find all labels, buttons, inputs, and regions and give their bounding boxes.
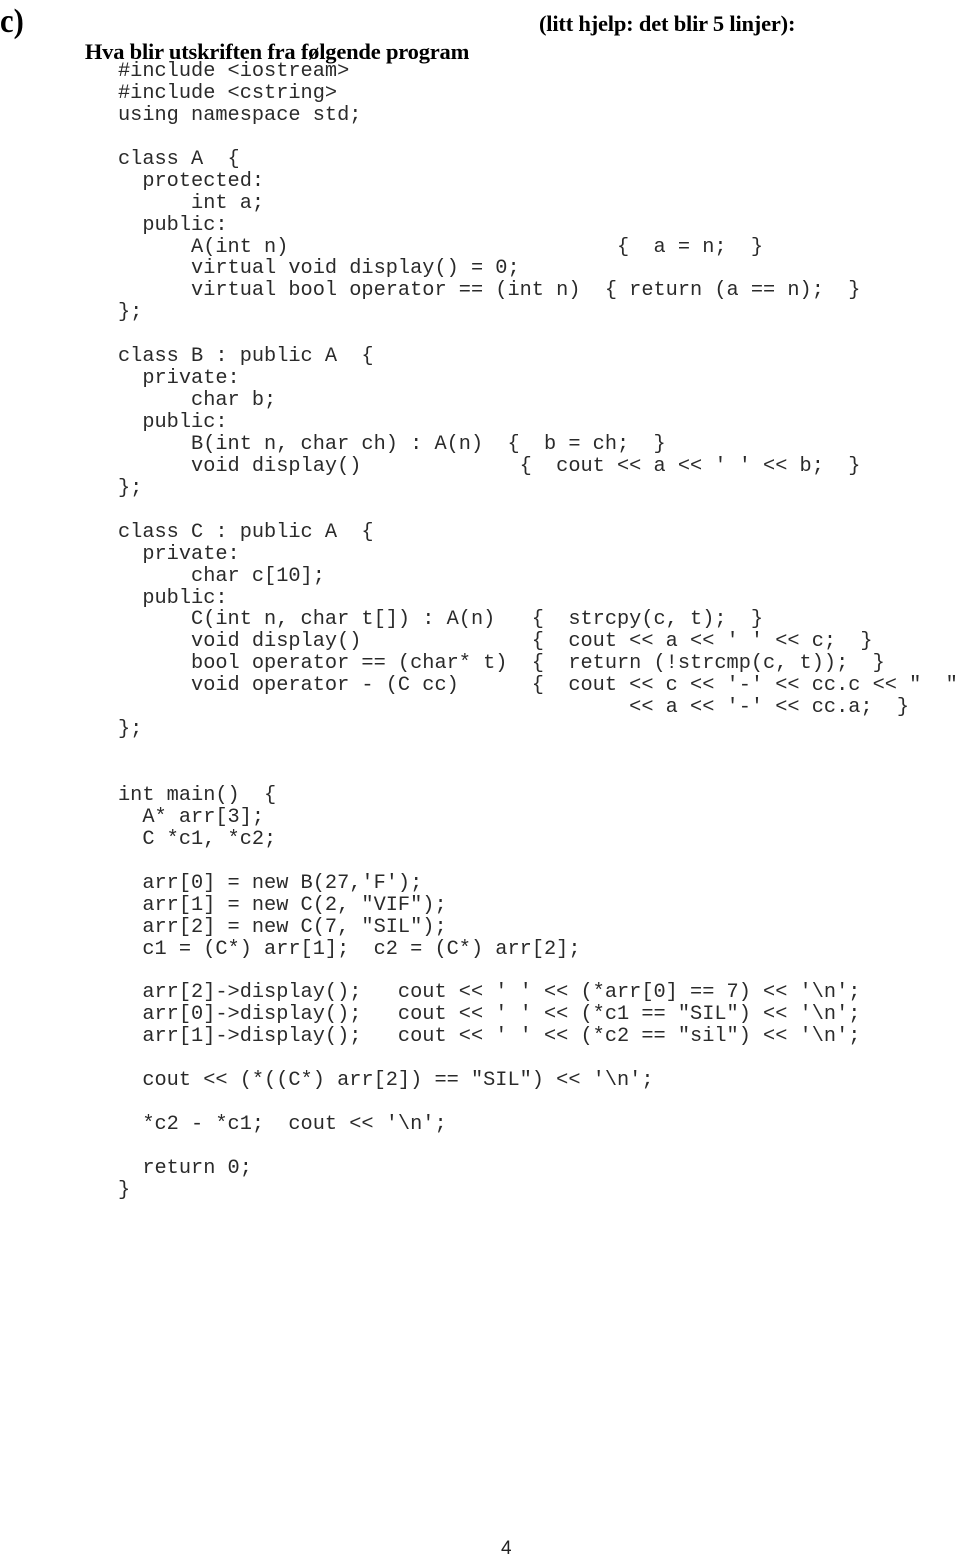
code-line: }; — [118, 718, 143, 742]
code-line: A* arr[3]; — [118, 805, 265, 829]
question-hint: (litt hjelp: det blir 5 linjer): — [539, 11, 796, 36]
code-line: void display() { cout << a << ' ' << c; … — [118, 630, 873, 654]
code-line: public: — [118, 213, 228, 237]
code-line: class A { — [118, 147, 240, 171]
code-line: protected: — [118, 169, 265, 193]
code-listing: #include <iostream> #include <cstring> usi… — [118, 61, 958, 1202]
code-line: int main() { — [118, 783, 277, 807]
code-line: public: — [118, 586, 228, 610]
code-line: C *c1, *c2; — [118, 827, 277, 851]
code-line: private: — [118, 367, 240, 391]
code-line: virtual void display() = 0; — [118, 257, 520, 281]
code-line: class B : public A { — [118, 345, 374, 369]
code-line: B(int n, char ch) : A(n) { b = ch; } — [118, 432, 666, 456]
code-line: arr[2]->display(); cout << ' ' << (*arr[… — [118, 981, 861, 1005]
code-line: int a; — [118, 191, 265, 215]
code-line: << a << '-' << cc.a; } — [118, 696, 910, 720]
code-line: char b; — [118, 389, 277, 413]
code-line: void display() { cout << a << ' ' << b; … — [118, 454, 861, 478]
code-line: public: — [118, 411, 228, 434]
code-line: char c[10]; — [118, 564, 325, 588]
code-line: c1 = (C*) arr[1]; c2 = (C*) arr[2]; — [118, 937, 581, 961]
code-line: class C : public A { — [118, 520, 374, 544]
code-line: }; — [118, 301, 143, 325]
code-line: #include <iostream> — [118, 60, 350, 83]
code-line: arr[1]->display(); cout << ' ' << (*c2 =… — [118, 1025, 861, 1049]
code-line: arr[0] = new B(27,'F'); — [118, 871, 423, 895]
code-line: C(int n, char t[]) : A(n) { strcpy(c, t)… — [118, 608, 764, 632]
code-line: cout << (*((C*) arr[2]) == "SIL") << '\n… — [118, 1069, 654, 1093]
code-line: #include <cstring> — [118, 81, 338, 105]
code-line: private: — [118, 542, 240, 566]
code-line: bool operator == (char* t) { return (!st… — [118, 652, 885, 676]
code-line: } — [118, 1178, 131, 1202]
question-label: c) — [0, 3, 24, 40]
code-line: A(int n) { a = n; } — [118, 235, 764, 259]
code-line: arr[0]->display(); cout << ' ' << (*c1 =… — [118, 1003, 861, 1027]
code-line: arr[1] = new C(2, "VIF"); — [118, 893, 447, 917]
code-line: }; — [118, 476, 143, 500]
code-line: return 0; — [118, 1156, 252, 1180]
code-line: *c2 - *c1; cout << '\n'; — [118, 1113, 447, 1136]
code-line: arr[2] = new C(7, "SIL"); — [118, 915, 447, 939]
code-line: using namespace std; — [118, 103, 362, 127]
code-line: virtual bool operator == (int n) { retur… — [118, 279, 861, 303]
code-line: void operator - (C cc) { cout << c << '-… — [118, 674, 958, 698]
